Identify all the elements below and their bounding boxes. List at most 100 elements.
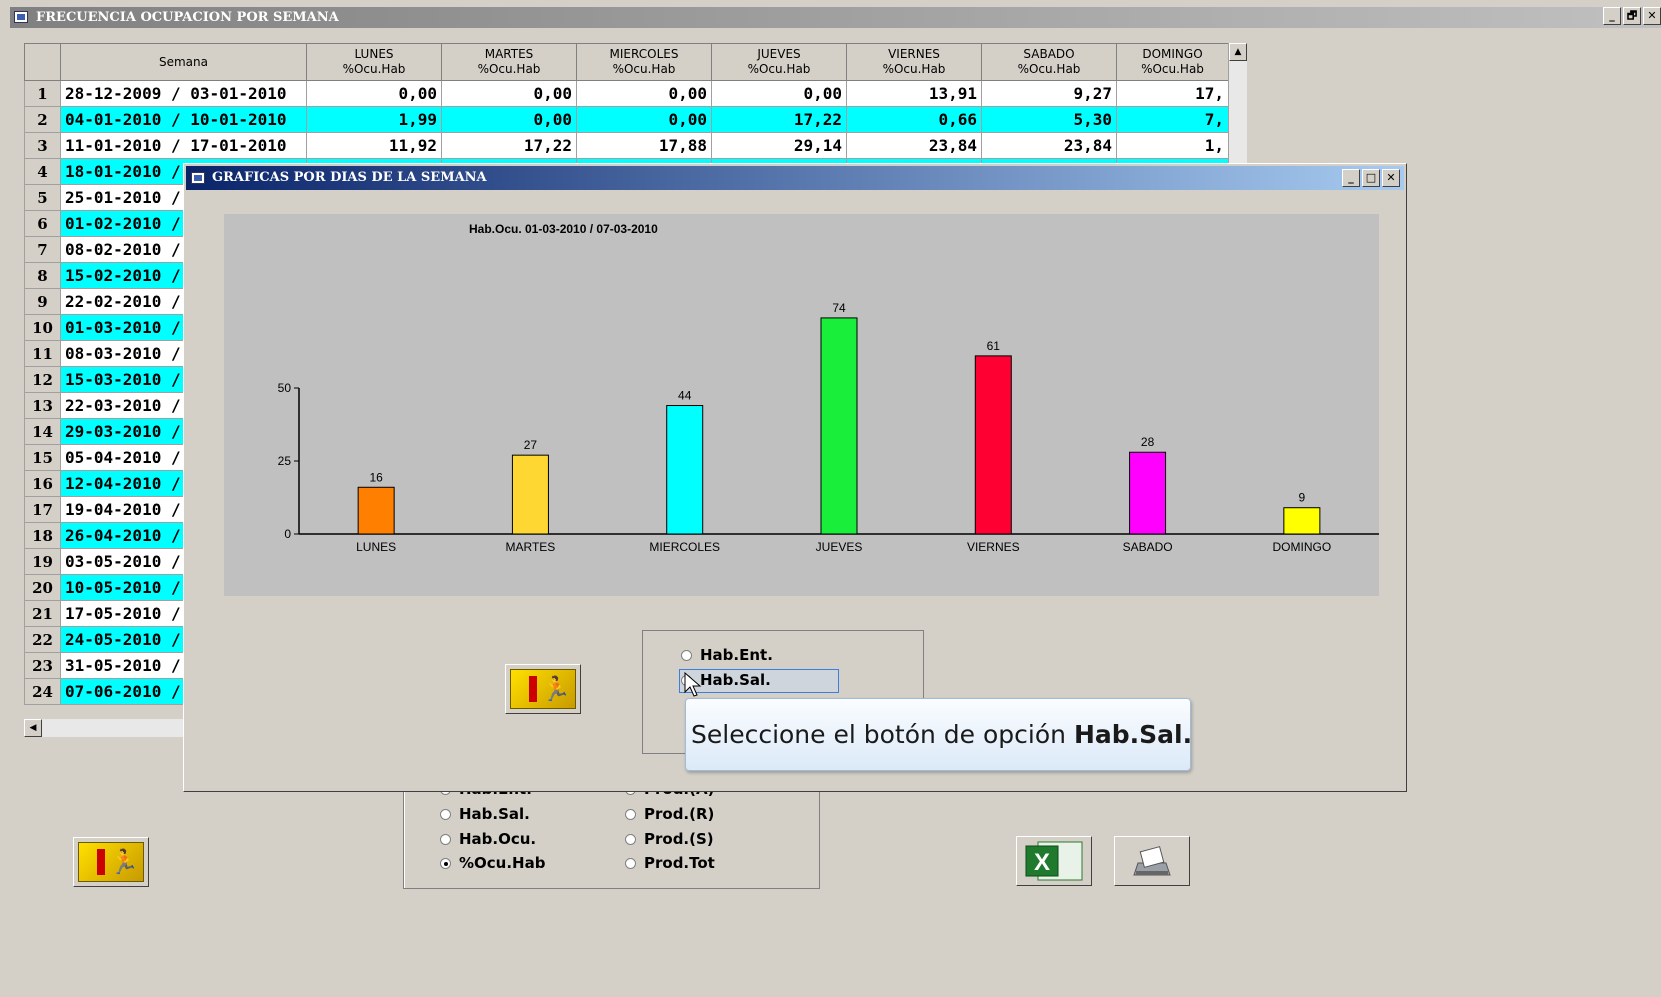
occupancy-cell[interactable]: 23,84 [981, 132, 1117, 159]
option-label: %Ocu.Hab [459, 854, 546, 872]
column-header[interactable]: VIERNES %Ocu.Hab [846, 43, 982, 81]
exit-button[interactable]: 🏃 [73, 837, 149, 887]
column-header[interactable]: Semana [60, 43, 307, 81]
row-number: 8 [24, 262, 61, 289]
instruction-tooltip: Seleccione el botón de opción Hab.Sal. [685, 698, 1192, 771]
option-hab-sal[interactable]: Hab.Sal. [440, 805, 530, 823]
occupancy-cell[interactable]: 0,00 [441, 80, 577, 107]
column-header[interactable]: MIERCOLES %Ocu.Hab [576, 43, 712, 81]
svg-text:X: X [1034, 849, 1050, 876]
print-button[interactable] [1114, 836, 1190, 886]
chart-option-hab-ent[interactable]: Hab.Ent. [681, 646, 773, 664]
occupancy-cell[interactable]: 17,22 [441, 132, 577, 159]
header-label: VIERNES [888, 47, 940, 61]
app-icon [14, 11, 28, 23]
occupancy-cell[interactable]: 0,00 [576, 80, 712, 107]
export-excel-button[interactable]: X [1016, 836, 1092, 886]
minimize-button[interactable]: _ [1603, 7, 1621, 25]
option-prod-tot[interactable]: Prod.Tot [625, 854, 715, 872]
table-row[interactable]: 2 04-01-2010 / 10-01-2010 1,99 0,00 0,00 17,2… [24, 106, 1229, 133]
row-number: 10 [24, 314, 61, 341]
radio-icon [625, 833, 636, 845]
occupancy-cell[interactable]: 29,14 [711, 132, 847, 159]
tooltip-text: Seleccione el botón de opción [691, 720, 1074, 749]
occupancy-cell[interactable]: 11,92 [306, 132, 442, 159]
radio-icon [625, 808, 636, 820]
x-tick-label: VIERNES [967, 540, 1020, 554]
option-label: Hab.Sal. [459, 805, 530, 823]
column-header[interactable]: LUNES %Ocu.Hab [306, 43, 442, 81]
occupancy-cell[interactable]: 23,84 [846, 132, 982, 159]
chart-exit-button[interactable]: 🏃 [505, 664, 581, 714]
row-number: 14 [24, 418, 61, 445]
chart-window-titlebar: GRAFICAS POR DIAS DE LA SEMANA [186, 166, 1404, 190]
row-number: 6 [24, 210, 61, 237]
table-horizontal-scrollbar[interactable]: ◀ [24, 719, 184, 737]
option-ocu-hab[interactable]: %Ocu.Hab [440, 854, 545, 872]
close-button[interactable]: ✕ [1643, 7, 1661, 25]
option-hab-ocu[interactable]: Hab.Ocu. [440, 830, 536, 848]
radio-selected-icon [440, 857, 451, 869]
occupancy-cell[interactable]: 0,00 [711, 80, 847, 107]
chart-title: Hab.Ocu. 01-03-2010 / 07-03-2010 [469, 222, 658, 236]
occupancy-cell[interactable]: 0,00 [306, 80, 442, 107]
x-tick-label: JUEVES [816, 540, 863, 554]
header-label: DOMINGO [1142, 47, 1203, 61]
radio-icon [625, 857, 636, 869]
radio-icon [440, 833, 451, 845]
scroll-up-arrow-icon[interactable]: ▲ [1229, 43, 1247, 61]
occupancy-cell[interactable]: 0,00 [576, 106, 712, 133]
column-header[interactable]: DOMINGO %Ocu.Hab [1116, 43, 1229, 81]
row-number-header[interactable] [24, 43, 61, 81]
header-sublabel: %Ocu.Hab [1141, 62, 1204, 76]
exit-door-running-man-icon: 🏃 [78, 842, 144, 882]
occupancy-cell[interactable]: 17,88 [576, 132, 712, 159]
table-row[interactable]: 1 28-12-2009 / 03-01-2010 0,00 0,00 0,00 0,00… [24, 80, 1229, 107]
exit-door-running-man-icon: 🏃 [510, 669, 576, 709]
app-icon [191, 172, 205, 184]
column-header[interactable]: JUEVES %Ocu.Hab [711, 43, 847, 81]
minimize-button[interactable]: _ [1342, 169, 1360, 187]
header-label: SABADO [1023, 47, 1075, 61]
x-tick-label: MARTES [506, 540, 556, 554]
row-number: 4 [24, 158, 61, 185]
option-label: Hab.Sal. [700, 671, 771, 689]
week-range-cell[interactable]: 04-01-2010 / 10-01-2010 [60, 106, 307, 133]
option-prod-s[interactable]: Prod.(S) [625, 830, 714, 848]
occupancy-cell[interactable]: 9,27 [981, 80, 1117, 107]
x-tick-label: DOMINGO [1273, 540, 1332, 554]
option-prod-r[interactable]: Prod.(R) [625, 805, 714, 823]
occupancy-cell[interactable]: 1,99 [306, 106, 442, 133]
bar-value-label: 74 [832, 301, 846, 315]
chart-window-title: GRAFICAS POR DIAS DE LA SEMANA [212, 170, 487, 185]
header-sublabel: %Ocu.Hab [1017, 62, 1081, 76]
outer-window-title: FRECUENCIA OCUPACION POR SEMANA [36, 10, 339, 25]
row-number: 2 [24, 106, 61, 133]
maximize-button[interactable]: □ [1362, 169, 1380, 187]
occupancy-cell[interactable]: 1, [1116, 132, 1229, 159]
bar-value-label: 28 [1141, 435, 1155, 449]
header-label: MIERCOLES [609, 47, 679, 61]
y-tick-label: 0 [284, 527, 291, 541]
occupancy-cell[interactable]: 5,30 [981, 106, 1117, 133]
occupancy-cell[interactable]: 13,91 [846, 80, 982, 107]
y-tick-label: 50 [278, 381, 292, 395]
week-range-cell[interactable]: 28-12-2009 / 03-01-2010 [60, 80, 307, 107]
row-number: 17 [24, 496, 61, 523]
column-header[interactable]: SABADO %Ocu.Hab [981, 43, 1117, 81]
x-tick-label: SABADO [1123, 540, 1173, 554]
table-row[interactable]: 3 11-01-2010 / 17-01-2010 11,92 17,22 17,88 2… [24, 132, 1229, 159]
occupancy-cell[interactable]: 0,66 [846, 106, 982, 133]
scroll-left-arrow-icon[interactable]: ◀ [24, 719, 42, 737]
occupancy-cell[interactable]: 0,00 [441, 106, 577, 133]
restore-button[interactable]: 🗗 [1623, 7, 1641, 25]
outer-window-controls: _ 🗗 ✕ [1603, 7, 1661, 25]
column-header[interactable]: MARTES %Ocu.Hab [441, 43, 577, 81]
y-tick-label: 25 [278, 454, 292, 468]
close-button[interactable]: ✕ [1382, 169, 1400, 187]
occupancy-cell[interactable]: 17,22 [711, 106, 847, 133]
occupancy-cell[interactable]: 17, [1116, 80, 1229, 107]
bar-value-label: 27 [524, 438, 538, 452]
week-range-cell[interactable]: 11-01-2010 / 17-01-2010 [60, 132, 307, 159]
occupancy-cell[interactable]: 7, [1116, 106, 1229, 133]
